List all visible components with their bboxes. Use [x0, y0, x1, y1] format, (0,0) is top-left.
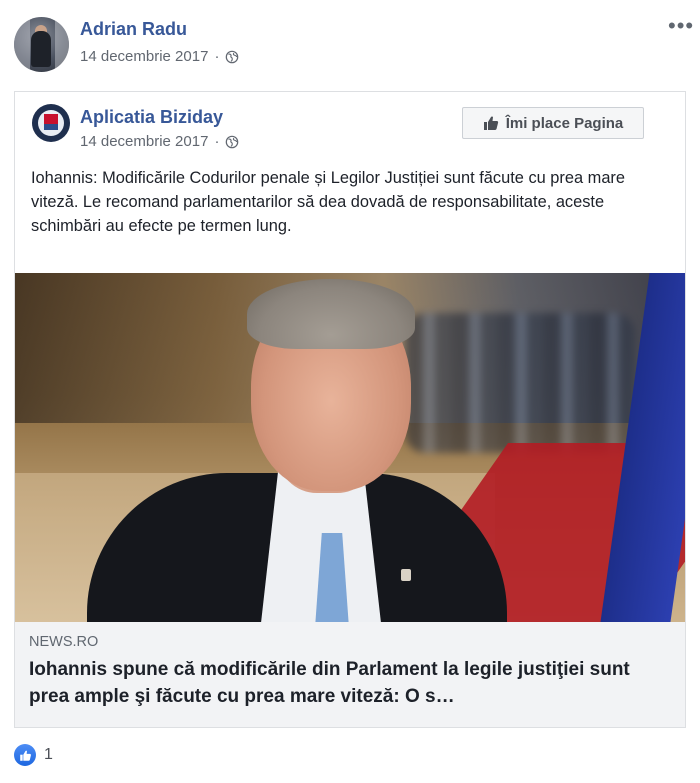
- post-date[interactable]: 14 decembrie 2017: [80, 48, 208, 65]
- link-caption[interactable]: NEWS.RO Iohannis spune că modificările d…: [15, 622, 685, 727]
- meta-separator: ·: [214, 48, 220, 65]
- link-title[interactable]: Iohannis spune că modificările din Parla…: [29, 656, 669, 710]
- shared-post-date[interactable]: 14 decembrie 2017: [80, 133, 208, 150]
- thumbs-up-icon: [483, 116, 498, 130]
- reactions-bar[interactable]: 1: [14, 744, 53, 766]
- page-name[interactable]: Aplicatia Biziday: [80, 107, 223, 128]
- author-name[interactable]: Adrian Radu: [80, 19, 187, 40]
- like-icon[interactable]: [14, 744, 36, 766]
- shared-post-meta: 14 decembrie 2017 ·: [80, 133, 239, 150]
- like-page-button[interactable]: Îmi place Pagina: [462, 107, 644, 139]
- page-avatar[interactable]: [32, 104, 70, 142]
- reaction-count[interactable]: 1: [44, 746, 53, 764]
- meta-separator: ·: [214, 133, 220, 150]
- globe-icon[interactable]: [225, 50, 239, 64]
- facebook-post: Adrian Radu 14 decembrie 2017 · ••• Apli…: [0, 0, 700, 783]
- shared-post: Aplicatia Biziday 14 decembrie 2017 · Îm…: [14, 91, 686, 728]
- link-domain: NEWS.RO: [29, 634, 99, 650]
- author-avatar[interactable]: [14, 17, 69, 72]
- like-page-label: Îmi place Pagina: [505, 114, 624, 132]
- post-text: Iohannis: Modificările Codurilor penale …: [31, 169, 626, 235]
- post-meta: 14 decembrie 2017 ·: [80, 48, 239, 65]
- globe-icon[interactable]: [225, 135, 239, 149]
- link-preview[interactable]: NEWS.RO Iohannis spune că modificările d…: [15, 273, 685, 727]
- link-image[interactable]: [15, 273, 685, 622]
- more-options-button[interactable]: •••: [668, 15, 694, 37]
